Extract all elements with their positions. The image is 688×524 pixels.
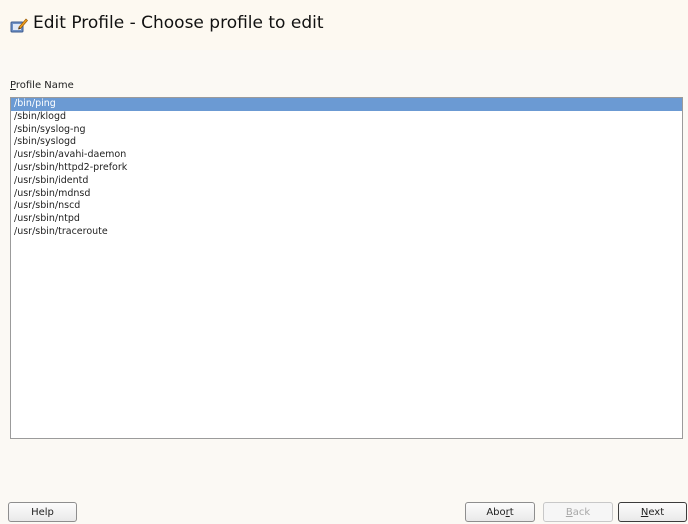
next-label-post: ext [648, 507, 665, 518]
profile-list-item[interactable]: /usr/sbin/nscd [11, 200, 682, 213]
profile-list-item[interactable]: /usr/sbin/avahi-daemon [11, 149, 682, 162]
profile-name-label: Profile Name [10, 80, 74, 91]
dialog-header: Edit Profile - Choose profile to edit [0, 0, 688, 50]
page-title: Edit Profile - Choose profile to edit [33, 13, 324, 33]
help-button-label: Help [31, 507, 54, 518]
profile-list-item[interactable]: /usr/sbin/mdnsd [11, 188, 682, 201]
profile-list-item[interactable]: /usr/sbin/traceroute [11, 226, 682, 239]
abort-button[interactable]: Abort [465, 502, 535, 522]
profile-name-label-text: rofile Name [15, 80, 74, 91]
profile-list-item[interactable]: /usr/sbin/identd [11, 175, 682, 188]
help-button[interactable]: Help [8, 502, 77, 522]
edit-profile-icon [10, 18, 28, 33]
profile-list-item[interactable]: /sbin/klogd [11, 111, 682, 124]
profile-list-item[interactable]: /sbin/syslog-ng [11, 124, 682, 137]
next-button[interactable]: Next [618, 502, 687, 522]
profile-list[interactable]: /bin/ping/sbin/klogd/sbin/syslog-ng/sbin… [10, 97, 683, 439]
profile-list-item[interactable]: /usr/sbin/httpd2-prefork [11, 162, 682, 175]
profile-list-item[interactable]: /bin/ping [11, 98, 682, 111]
back-button[interactable]: Back [543, 502, 613, 522]
abort-label-post: t [509, 507, 514, 518]
profile-list-item[interactable]: /sbin/syslogd [11, 136, 682, 149]
back-label-post: ack [572, 507, 591, 518]
abort-label-pre: Abo [486, 507, 506, 518]
back-label-mnemonic: B [565, 507, 573, 518]
profile-list-item[interactable]: /usr/sbin/ntpd [11, 213, 682, 226]
